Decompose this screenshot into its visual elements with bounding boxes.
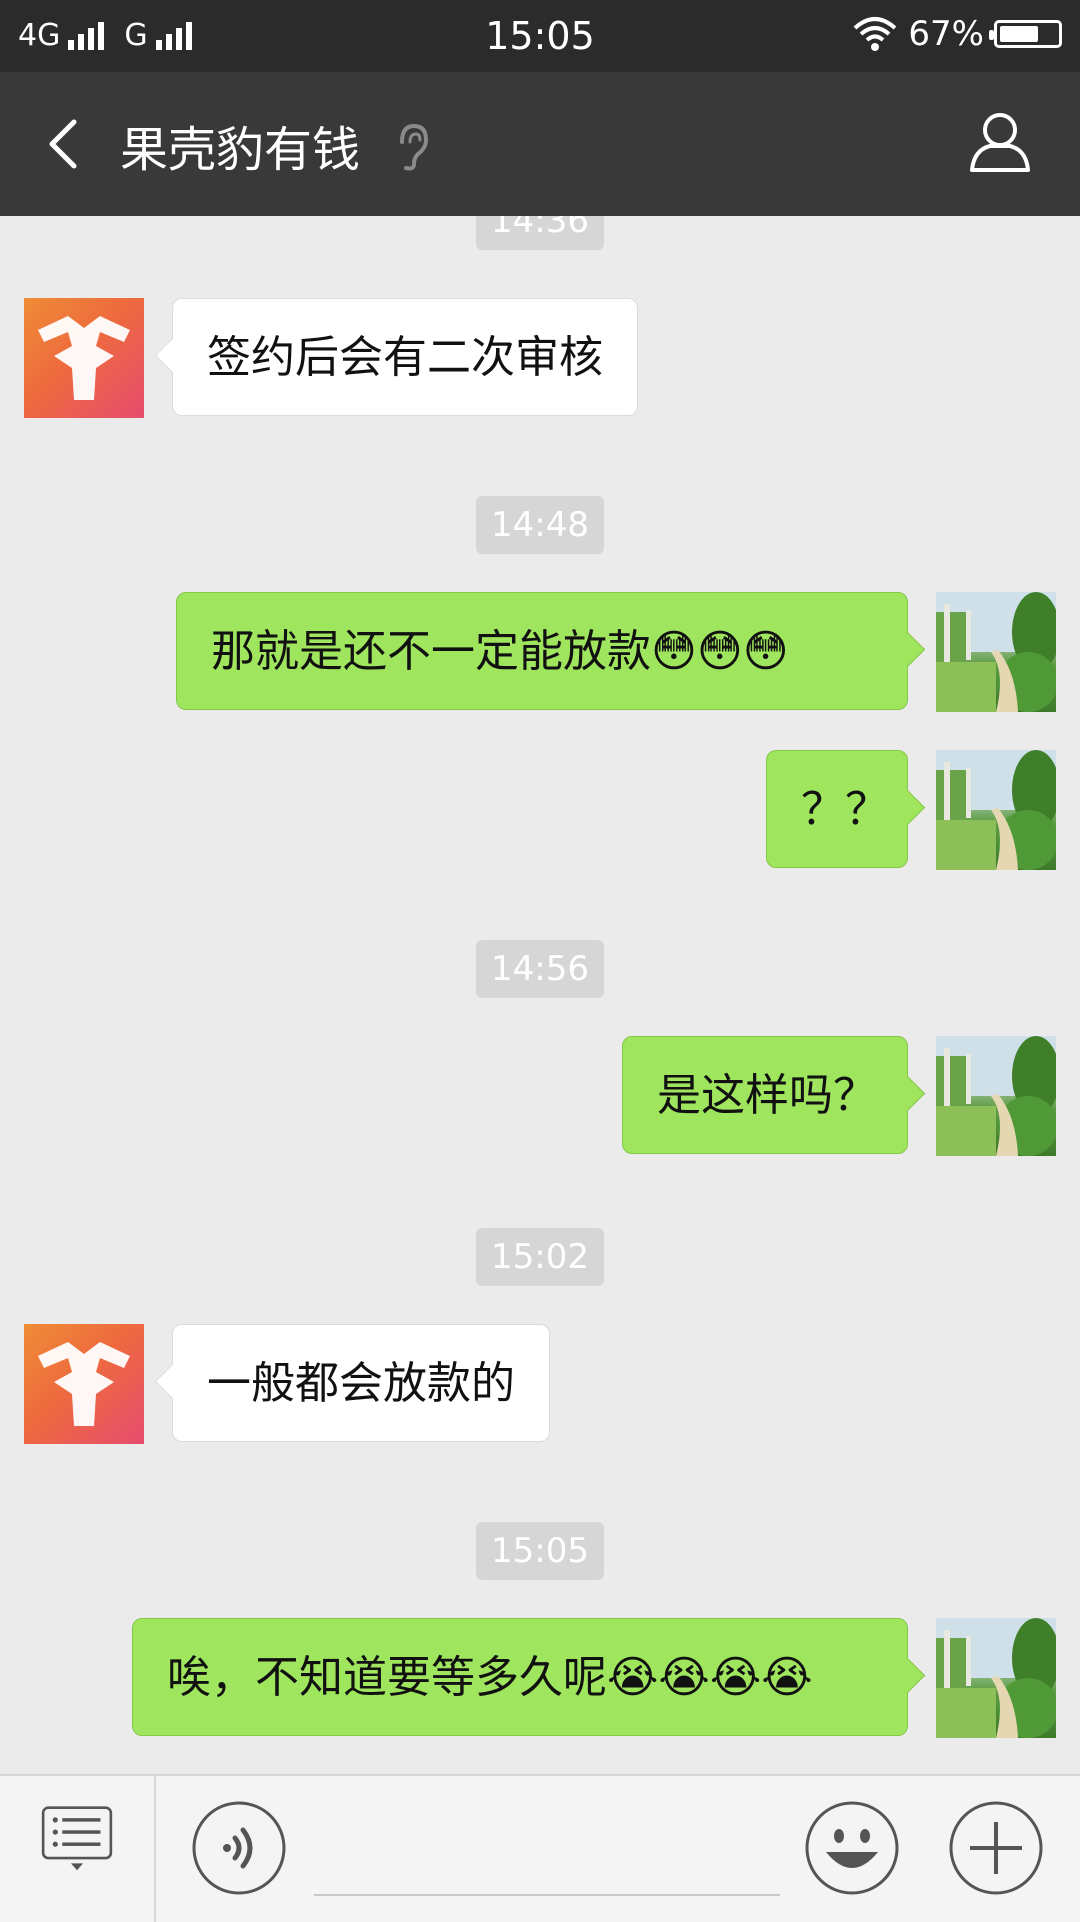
status-right: 67% xyxy=(852,14,1062,54)
list-menu-icon[interactable] xyxy=(36,1806,118,1872)
status-bar: 4G G 15:05 67% xyxy=(0,0,1080,72)
message-bubble-outgoing[interactable]: 那就是还不一定能放款😳😳😳 xyxy=(176,592,908,710)
timestamp: 15:02 xyxy=(476,1228,604,1286)
message-list[interactable]: 14:36 签约后会有二次审核 14:48 那就是还不一定能放款😳😳😳 ？？ 1… xyxy=(0,216,1080,1774)
message-bubble-outgoing[interactable]: 唉，不知道要等多久呢😭😭😭😭 xyxy=(132,1618,908,1736)
message-text: 一般都会放款的 xyxy=(207,1358,515,1409)
message-bubble-outgoing[interactable]: ？？ xyxy=(766,750,908,868)
message-text: ？？ xyxy=(801,784,889,835)
avatar[interactable] xyxy=(24,1324,144,1444)
battery-icon xyxy=(989,20,1062,48)
input-bar xyxy=(0,1774,1080,1922)
message-bubble-incoming[interactable]: 一般都会放款的 xyxy=(172,1324,550,1442)
timestamp: 15:05 xyxy=(476,1522,604,1580)
message-text: 签约后会有二次审核 xyxy=(207,332,603,383)
smiley-icon[interactable] xyxy=(804,1800,900,1896)
avatar[interactable] xyxy=(936,1036,1056,1156)
brand-logo-icon xyxy=(38,1342,130,1426)
garden-photo-icon xyxy=(936,750,1056,870)
plus-icon[interactable] xyxy=(948,1800,1044,1896)
chat-title: 果壳豹有钱 xyxy=(120,122,361,178)
timestamp: 14:36 xyxy=(476,216,604,250)
person-icon[interactable] xyxy=(968,110,1032,174)
chevron-left-icon[interactable] xyxy=(38,116,94,172)
avatar[interactable] xyxy=(936,592,1056,712)
message-text: 是这样吗？ xyxy=(657,1070,877,1121)
message-input[interactable] xyxy=(314,1894,780,1896)
message-bubble-outgoing[interactable]: 是这样吗？ xyxy=(622,1036,908,1154)
message-text: 那就是还不一定能放款😳😳😳 xyxy=(211,626,789,677)
message-text: 唉，不知道要等多久呢😭😭😭😭 xyxy=(167,1652,813,1703)
ear-icon xyxy=(400,123,429,171)
garden-photo-icon xyxy=(936,1036,1056,1156)
voice-icon[interactable] xyxy=(191,1800,287,1896)
timestamp: 14:48 xyxy=(476,496,604,554)
wifi-icon xyxy=(854,17,897,51)
garden-photo-icon xyxy=(936,592,1056,712)
avatar[interactable] xyxy=(936,1618,1056,1738)
chat-header: 果壳豹有钱 xyxy=(0,72,1080,216)
battery-percent: 67% xyxy=(908,14,984,54)
divider xyxy=(154,1776,156,1922)
timestamp: 14:56 xyxy=(476,940,604,998)
avatar[interactable] xyxy=(936,750,1056,870)
avatar[interactable] xyxy=(24,298,144,418)
garden-photo-icon xyxy=(936,1618,1056,1738)
message-bubble-incoming[interactable]: 签约后会有二次审核 xyxy=(172,298,638,416)
brand-logo-icon xyxy=(38,316,130,400)
